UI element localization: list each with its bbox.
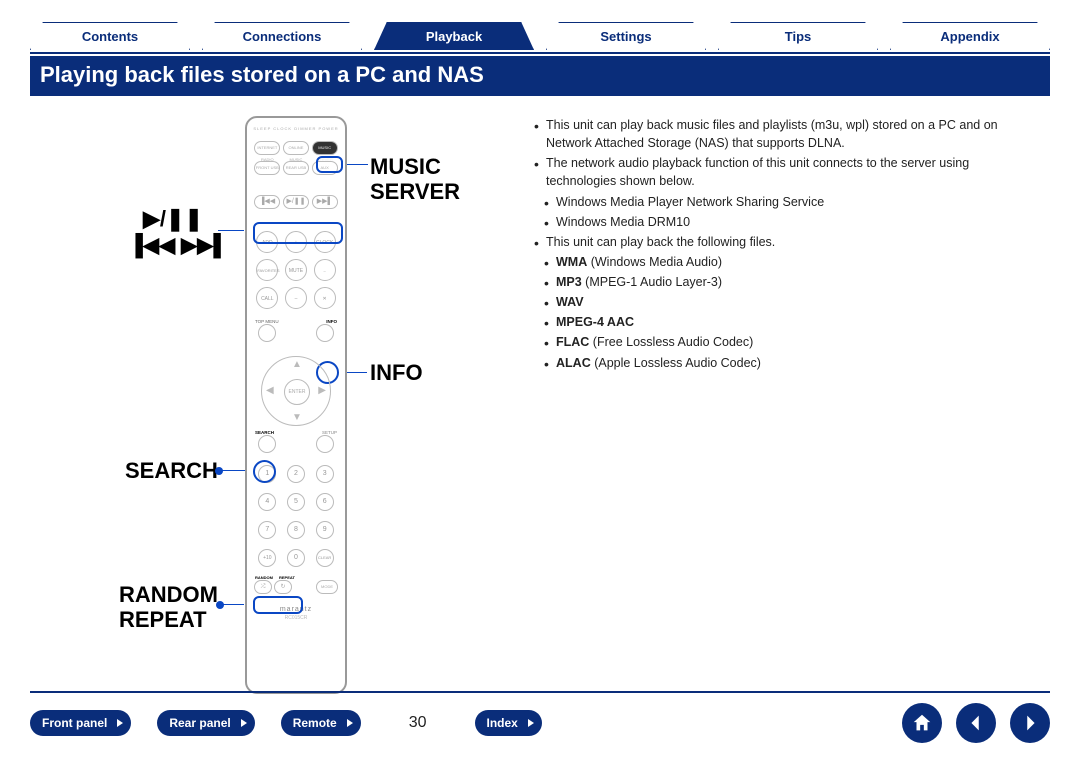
- tab-contents[interactable]: Contents: [30, 22, 190, 50]
- btn-play-pause: ▶/❚❚: [283, 195, 309, 209]
- callout-search: SEARCH: [125, 458, 218, 483]
- format-wma: WMA (Windows Media Audio): [530, 253, 1040, 271]
- arrow-right-icon: [1019, 712, 1041, 734]
- format-flac: FLAC (Free Lossless Audio Codec): [530, 333, 1040, 351]
- remote-model: RC015CR: [247, 615, 345, 621]
- bullet-2: The network audio playback function of t…: [530, 154, 1040, 190]
- num-9: 9: [316, 521, 334, 539]
- num-2: 2: [287, 465, 305, 483]
- btn-favorites: FAVORITES: [256, 259, 278, 281]
- remote-top-labels: SLEEP CLOCK DIMMER POWER: [247, 126, 345, 131]
- highlight-transport: [253, 222, 343, 244]
- btn-online-music: ONLINE MUSIC: [283, 141, 309, 155]
- bullet-2b: Windows Media DRM10: [530, 213, 1040, 231]
- num-4: 4: [258, 493, 276, 511]
- btn-internet-radio: INTERNET RADIO: [254, 141, 280, 155]
- home-button[interactable]: [902, 703, 942, 743]
- callout-skip: ▐◀◀ ▶▶▌: [128, 234, 228, 258]
- btn-topmenu: [258, 324, 276, 342]
- tab-tips[interactable]: Tips: [718, 22, 878, 50]
- highlight-random-repeat: [253, 596, 303, 614]
- num-3: 3: [316, 465, 334, 483]
- home-icon: [911, 712, 933, 734]
- btn-front-usb: FRONT USB: [254, 161, 280, 175]
- callout-info: INFO: [370, 360, 423, 385]
- btn-call: CALL: [256, 287, 278, 309]
- next-button[interactable]: [1010, 703, 1050, 743]
- num-p10: +10: [258, 549, 276, 567]
- top-nav-tabs: Contents Connections Playback Settings T…: [30, 22, 1050, 54]
- tab-connections[interactable]: Connections: [202, 22, 362, 50]
- footer-rear-panel[interactable]: Rear panel: [157, 710, 254, 736]
- btn-clear: CLEAR: [316, 549, 334, 567]
- tab-playback[interactable]: Playback: [374, 22, 534, 50]
- num-7: 7: [258, 521, 276, 539]
- footer: Front panel Rear panel Remote 30 Index: [30, 691, 1050, 743]
- btn-repeat: ↻: [274, 580, 292, 594]
- btn-enter: ENTER: [284, 379, 310, 405]
- page-title: Playing back files stored on a PC and NA…: [30, 56, 1050, 96]
- remote-diagram-area: MUSIC SERVER ▶/❚❚ ▐◀◀ ▶▶▌ INFO SEARCH RA…: [30, 116, 530, 676]
- btn-volminus: –: [285, 287, 307, 309]
- btn-random: ⤮: [254, 580, 272, 594]
- highlight-music-server: [316, 156, 343, 173]
- arrow-left-icon: [965, 712, 987, 734]
- bullet-3: This unit can play back the following fi…: [530, 233, 1040, 251]
- dpad: ▲ ▼ ◀ ▶ ENTER: [261, 356, 331, 426]
- callout-music-server: MUSIC SERVER: [370, 154, 460, 205]
- btn-info: [316, 324, 334, 342]
- callout-random-repeat: RANDOM REPEAT: [119, 582, 218, 633]
- btn-mute: MUTE: [285, 259, 307, 281]
- lbl-info: INFO: [326, 319, 337, 324]
- btn-skip-prev: ▐◀◀: [254, 195, 280, 209]
- highlight-search: [253, 460, 276, 483]
- btn-voldn: –: [314, 259, 336, 281]
- btn-setup: [316, 435, 334, 453]
- footer-front-panel[interactable]: Front panel: [30, 710, 131, 736]
- format-wav: WAV: [530, 293, 1040, 311]
- footer-remote[interactable]: Remote: [281, 710, 361, 736]
- page-number: 30: [409, 714, 427, 732]
- tab-appendix[interactable]: Appendix: [890, 22, 1050, 50]
- body-text: This unit can play back music files and …: [530, 116, 1050, 676]
- bullet-1: This unit can play back music files and …: [530, 116, 1040, 152]
- btn-music-server: MUSIC SERVER: [312, 141, 338, 155]
- format-aac: MPEG-4 AAC: [530, 313, 1040, 331]
- remote-control: SLEEP CLOCK DIMMER POWER INTERNET RADIO …: [245, 116, 347, 694]
- prev-button[interactable]: [956, 703, 996, 743]
- format-mp3: MP3 (MPEG-1 Audio Layer-3): [530, 273, 1040, 291]
- num-0: 0: [287, 549, 305, 567]
- footer-index[interactable]: Index: [475, 710, 542, 736]
- num-5: 5: [287, 493, 305, 511]
- btn-rear-usb: REAR USB: [283, 161, 309, 175]
- callout-playpause: ▶/❚❚: [143, 206, 203, 231]
- btn-spare: ✕: [314, 287, 336, 309]
- num-6: 6: [316, 493, 334, 511]
- num-8: 8: [287, 521, 305, 539]
- btn-mode: MODE: [316, 580, 338, 594]
- format-alac: ALAC (Apple Lossless Audio Codec): [530, 354, 1040, 372]
- btn-search: [258, 435, 276, 453]
- tab-settings[interactable]: Settings: [546, 22, 706, 50]
- bullet-2a: Windows Media Player Network Sharing Ser…: [530, 193, 1040, 211]
- btn-skip-next: ▶▶▌: [312, 195, 338, 209]
